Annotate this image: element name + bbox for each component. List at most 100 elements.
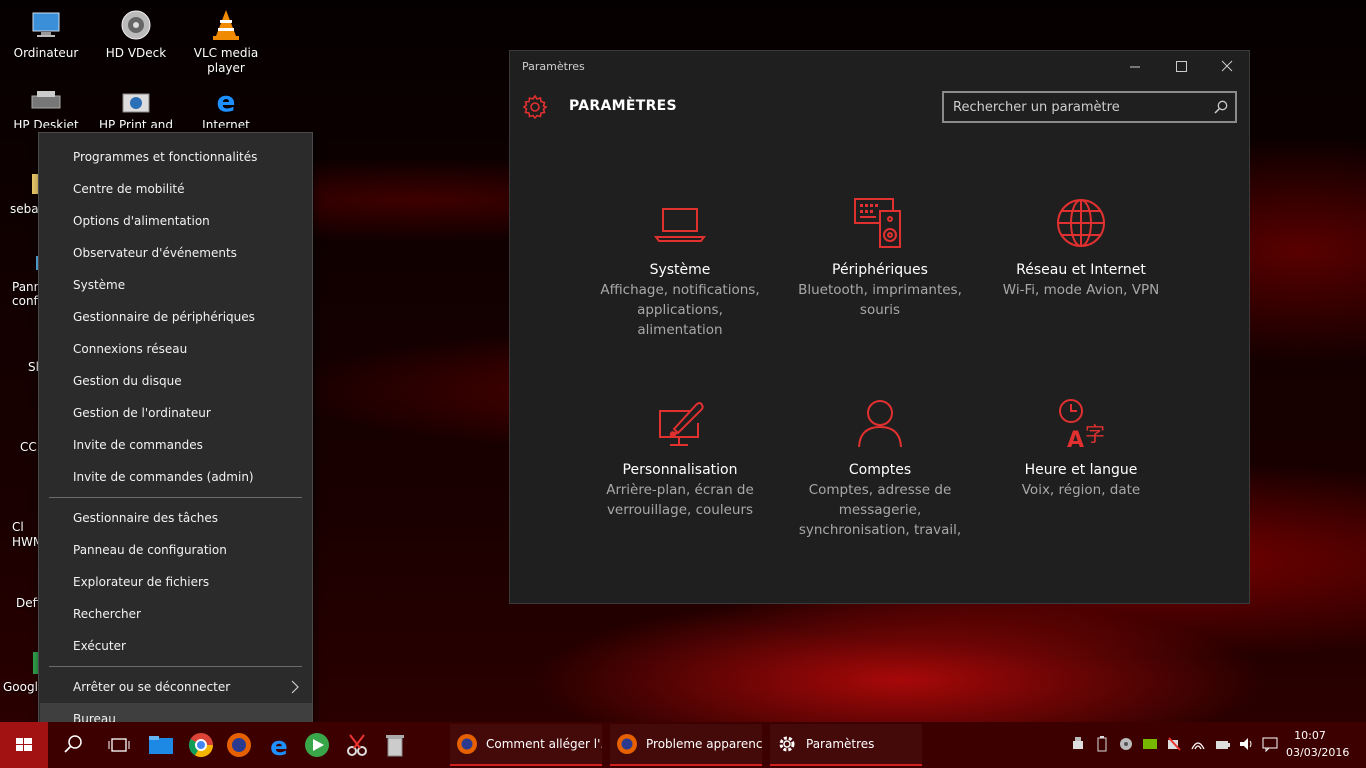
minimize-icon: [1130, 66, 1140, 68]
search-icon[interactable]: [1213, 99, 1229, 115]
taskbar-task-firefox-2[interactable]: Probleme apparenc...: [610, 724, 762, 766]
desktop-icon-computer[interactable]: Ordinateur: [0, 8, 92, 61]
tile-name: Périphériques: [832, 262, 928, 278]
security-alert-icon[interactable]: [1166, 735, 1182, 753]
volume-icon[interactable]: [1238, 735, 1254, 753]
battery-icon[interactable]: [1094, 735, 1110, 753]
vlc-cone-icon: [213, 10, 239, 40]
tile-name: Heure et langue: [1024, 462, 1138, 478]
menu-item-system[interactable]: Système: [40, 269, 312, 301]
task-label: Probleme apparenc...: [646, 737, 762, 751]
snipping-tool-icon[interactable]: [342, 730, 372, 760]
globe-icon: [1057, 199, 1105, 247]
close-icon: [1221, 60, 1233, 72]
tile-description: Affichage, notifications, applications, …: [600, 282, 760, 338]
maximize-button[interactable]: [1158, 51, 1204, 83]
computer-icon: [32, 12, 60, 37]
desktop-icon-defender[interactable]: Defi: [0, 568, 56, 611]
usb-eject-icon[interactable]: [1070, 735, 1086, 753]
desktop-icon-label: VLC media player: [193, 46, 259, 75]
settings-header-title: PARAMÈTRES: [569, 98, 677, 114]
desktop-icon-hwmonitor[interactable]: Cl HWM: [0, 486, 52, 550]
tile-network[interactable]: Réseau et Internet Wi-Fi, mode Avion, VP…: [986, 197, 1176, 300]
desktop-icon-user-folder[interactable]: sebas: [0, 170, 52, 217]
start-button[interactable]: [0, 722, 48, 768]
search-icon[interactable]: [58, 730, 88, 760]
tile-time-language[interactable]: A 字 Heure et langue Voix, région, date: [986, 397, 1176, 500]
tile-accounts[interactable]: Comptes Comptes, adresse de messagerie, …: [785, 397, 975, 540]
menu-item-shutdown[interactable]: Arrêter ou se déconnecter: [40, 671, 312, 703]
minimize-button[interactable]: [1112, 51, 1158, 83]
file-explorer-icon[interactable]: [146, 730, 176, 760]
chrome-icon[interactable]: [186, 730, 216, 760]
menu-item-command-prompt-admin[interactable]: Invite de commandes (admin): [40, 461, 312, 493]
close-button[interactable]: [1204, 51, 1250, 83]
window-title: Paramètres: [522, 60, 585, 73]
time-language-icon: A 字: [1059, 399, 1105, 453]
task-label: Comment alléger l'...: [486, 737, 602, 751]
firefox-icon: [457, 734, 477, 754]
menu-separator: [49, 666, 302, 667]
menu-item-task-manager[interactable]: Gestionnaire des tâches: [40, 502, 312, 534]
desktop-icon-label: CC: [20, 440, 37, 454]
clock-date: 03/03/2016: [1286, 746, 1350, 759]
nvidia-icon[interactable]: [1142, 735, 1158, 753]
settings-search-box[interactable]: [942, 91, 1237, 123]
taskbar-clock[interactable]: 10:07 03/03/2016: [1286, 727, 1350, 761]
wifi-icon[interactable]: [1190, 735, 1206, 753]
gear-icon: [779, 736, 795, 752]
speaker-app-icon[interactable]: [1118, 735, 1134, 753]
menu-item-command-prompt[interactable]: Invite de commandes: [40, 429, 312, 461]
tile-name: Système: [649, 262, 711, 278]
desktop-icon-ccleaner[interactable]: CC: [0, 412, 62, 455]
menu-item-power-options[interactable]: Options d'alimentation: [40, 205, 312, 237]
settings-window: Paramètres PARAMÈTRES Sy: [509, 50, 1250, 604]
tile-devices[interactable]: Périphériques Bluetooth, imprimantes, so…: [785, 197, 975, 320]
recycle-bin-icon[interactable]: [380, 730, 410, 760]
desktop-icon-control-panel[interactable]: Pann confi: [0, 254, 50, 308]
menu-item-run[interactable]: Exécuter: [40, 630, 312, 662]
desktop-icon-hp-print[interactable]: HP Print and: [90, 88, 182, 128]
windows-media-icon[interactable]: [302, 730, 332, 760]
clock-time: 10:07: [1294, 729, 1326, 742]
desktop-icon-label: Ordinateur: [13, 46, 79, 60]
tile-system[interactable]: Système Affichage, notifications, applic…: [585, 197, 775, 340]
taskbar-task-settings[interactable]: Paramètres: [770, 724, 922, 766]
menu-item-file-explorer[interactable]: Explorateur de fichiers: [40, 566, 312, 598]
menu-item-disk-management[interactable]: Gestion du disque: [40, 365, 312, 397]
firefox-icon[interactable]: [224, 730, 254, 760]
desktop-icon-hp-deskjet[interactable]: HP Deskjet 2050 J510: [0, 88, 92, 128]
desktop-icon-vlc[interactable]: VLC media player: [180, 8, 272, 76]
person-icon: [858, 400, 902, 448]
taskbar-task-firefox-1[interactable]: Comment alléger l'...: [450, 724, 602, 766]
settings-titlebar[interactable]: Paramètres: [510, 51, 1249, 83]
menu-item-network-connections[interactable]: Connexions réseau: [40, 333, 312, 365]
menu-item-event-viewer[interactable]: Observateur d'événements: [40, 237, 312, 269]
devices-icon: [854, 198, 901, 248]
tile-description: Arrière-plan, écran de verrouillage, cou…: [606, 482, 754, 518]
speaker-icon: [121, 10, 151, 40]
task-view-icon[interactable]: [104, 730, 134, 760]
menu-item-programs[interactable]: Programmes et fonctionnalités: [40, 141, 312, 173]
svg-text:e: e: [270, 732, 288, 760]
menu-item-device-manager[interactable]: Gestionnaire de périphériques: [40, 301, 312, 333]
menu-item-control-panel[interactable]: Panneau de configuration: [40, 534, 312, 566]
desktop-icon-ie[interactable]: e Internet Explorer: [180, 88, 272, 128]
menu-item-mobility-center[interactable]: Centre de mobilité: [40, 173, 312, 205]
menu-item-computer-management[interactable]: Gestion de l'ordinateur: [40, 397, 312, 429]
notifications-icon[interactable]: [1262, 735, 1278, 753]
menu-item-search[interactable]: Rechercher: [40, 598, 312, 630]
desktop-icon-chrome[interactable]: Google: [0, 648, 45, 695]
power-plug-icon[interactable]: [1214, 735, 1230, 753]
internet-explorer-icon[interactable]: e: [264, 730, 294, 760]
tile-name: Réseau et Internet: [1016, 262, 1146, 278]
desktop-icon-label: HP Deskjet 2050 J510: [13, 118, 79, 128]
desktop-icon-shield[interactable]: Sl: [0, 330, 72, 375]
tile-description: Bluetooth, imprimantes, souris: [798, 282, 962, 318]
svg-text:A: A: [1067, 428, 1084, 453]
tile-name: Personnalisation: [622, 462, 738, 478]
tile-personalization[interactable]: Personnalisation Arrière-plan, écran de …: [585, 397, 775, 520]
desktop-icon-hd-vdeck[interactable]: HD VDeck: [90, 8, 182, 61]
svg-text:e: e: [217, 88, 236, 114]
settings-search-input[interactable]: [944, 93, 1206, 121]
